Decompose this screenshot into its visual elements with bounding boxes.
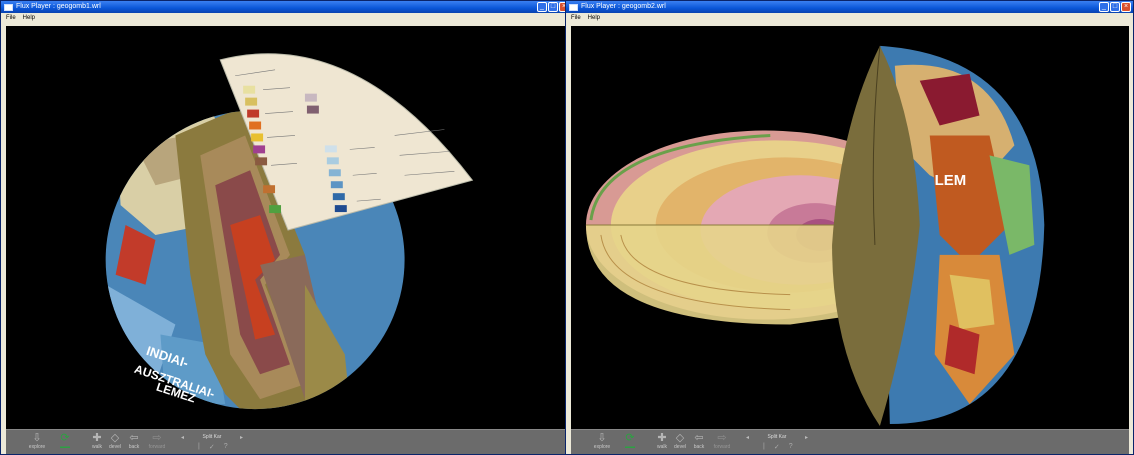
globe-cutaway-scene: LEM [585,45,1045,427]
globe-cutaway-scene: INDIAI- AUSZTRALIAI- LEMEZ [105,53,474,410]
help-icon[interactable]: ? [789,443,793,451]
menu-help[interactable]: Help [588,13,600,23]
plate-label: LEM [935,172,967,189]
app-icon [4,3,13,11]
check-icon[interactable]: ✓ [774,443,780,451]
explore-tool[interactable]: ⇩ explore [26,432,48,450]
title-bar[interactable]: Flux Player : geogomb2.wrl _ □ × [566,1,1133,13]
viewpoint-name: Split Kar [202,434,222,440]
explore-tool[interactable]: ⇩ explore [591,432,613,450]
window-title: Flux Player : geogomb2.wrl [581,3,666,10]
rotate-tool[interactable]: ⟳ ▬▬ [619,432,641,450]
chevron-right-icon[interactable]: ▸ [240,434,243,441]
forward-icon: ⇨ [717,432,727,444]
forward-icon: ⇨ [152,432,162,444]
menu-help[interactable]: Help [23,13,35,23]
forward-button[interactable]: ⇨ forward [711,432,733,450]
menu-file[interactable]: File [571,13,581,23]
viewpoint-selector[interactable]: ◂ Split Kar ▸ [181,433,243,441]
viewpoint-selector[interactable]: ◂ Split Kar ▸ [746,433,808,441]
explore-icon: ⇩ [32,432,42,444]
globe-surface-half [832,45,1045,427]
chevron-left-icon[interactable]: ◂ [746,434,749,441]
player-toolbar: ⇩ explore ⟳ ▬▬ ✚ walk ◇ devel ⇦ back ⇨ f… [6,429,567,454]
mini-controls: | ✓ ? [763,443,793,451]
back-button[interactable]: ⇦ back [123,432,145,450]
chevron-right-icon[interactable]: ▸ [805,434,808,441]
window-controls: _ □ × [1099,2,1131,12]
chevron-left-icon[interactable]: ◂ [181,434,184,441]
rotate-icon: ⟳ [625,432,635,444]
maximize-icon[interactable]: □ [1110,2,1120,12]
divider-icon: | [198,443,200,450]
check-icon[interactable]: ✓ [209,443,215,451]
forward-button[interactable]: ⇨ forward [146,432,168,450]
minimize-icon[interactable]: _ [537,2,547,12]
minimize-icon[interactable]: _ [1099,2,1109,12]
app-icon [569,3,578,11]
mini-controls: | ✓ ? [198,443,228,451]
window-title: Flux Player : geogomb1.wrl [16,3,101,10]
3d-viewport[interactable]: LEM [571,26,1129,430]
player-toolbar: ⇩ explore ⟳ ▬▬ ✚ walk ◇ devel ⇦ back ⇨ f… [571,429,1129,454]
maximize-icon[interactable]: □ [548,2,558,12]
back-button[interactable]: ⇦ back [688,432,710,450]
divider-icon: | [763,443,765,450]
viewpoint-name: Split Kar [767,434,787,440]
explore-icon: ⇩ [597,432,607,444]
3d-viewport[interactable]: INDIAI- AUSZTRALIAI- LEMEZ [6,26,567,430]
help-icon[interactable]: ? [224,443,228,451]
back-icon: ⇦ [694,432,704,444]
rotate-tool[interactable]: ⟳ ▬▬ [54,432,76,450]
left-player-window: Flux Player : geogomb1.wrl _ □ × File He… [0,0,572,455]
right-player-window: Flux Player : geogomb2.wrl _ □ × File He… [565,0,1134,455]
menu-bar: File Help [566,13,1133,23]
menu-file[interactable]: File [6,13,16,23]
back-icon: ⇦ [129,432,139,444]
rotate-icon: ⟳ [60,432,70,444]
title-bar[interactable]: Flux Player : geogomb1.wrl _ □ × [1,1,571,13]
close-icon[interactable]: × [1121,2,1131,12]
menu-bar: File Help [1,13,571,23]
